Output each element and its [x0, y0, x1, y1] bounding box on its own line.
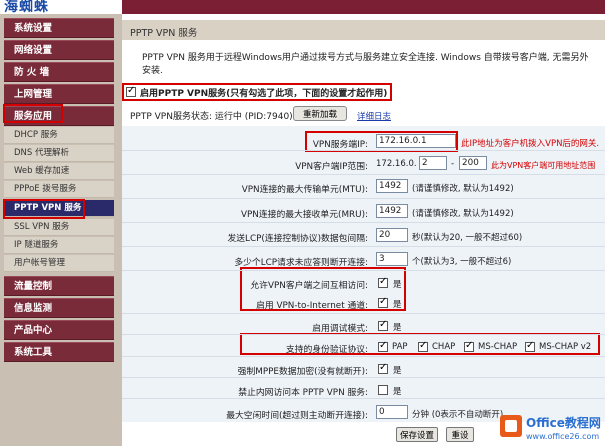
sidebar-item-ip-tunnel[interactable]: IP 隧道服务 — [4, 237, 114, 254]
auth-chap-checkbox[interactable] — [418, 340, 428, 352]
server-ip-label: VPN服务端IP: — [312, 140, 368, 150]
client-range-label: VPN客户端IP范围: — [295, 162, 368, 172]
lcp-fail-hint: 个(默认为3, 一般不超过6) — [412, 257, 512, 267]
auth-mschapv2-checkbox[interactable] — [525, 340, 535, 352]
top-band — [122, 0, 605, 14]
sidebar-item-pppoe[interactable]: PPPoE 拨号服务 — [4, 181, 114, 198]
client-range-start-input[interactable] — [419, 156, 447, 170]
row-separator — [122, 246, 605, 247]
reload-button[interactable]: 重新加载 — [293, 106, 347, 121]
sidebar-item-firewall[interactable]: 防 火 墙 — [4, 62, 114, 82]
auth-mschap-checkbox[interactable] — [464, 340, 474, 352]
sidebar-item-network-settings[interactable]: 网络设置 — [4, 40, 114, 60]
mppe-label: 强制MPPE数据加密(没有就断开): — [237, 367, 368, 377]
row-separator — [122, 198, 605, 199]
sidebar-item-dns-proxy[interactable]: DNS 代理解析 — [4, 145, 114, 162]
server-ip-input[interactable] — [376, 134, 456, 148]
row-separator — [122, 174, 605, 175]
mru-hint: (请谨慎修改, 默认为1492) — [412, 209, 514, 219]
mppe-checkbox[interactable] — [378, 362, 388, 374]
auth-mschap-label: MS-CHAP — [478, 342, 518, 352]
page-title: PPTP VPN 服务 — [130, 28, 198, 39]
row-separator — [122, 270, 605, 271]
row-separator — [122, 222, 605, 223]
sidebar-item-system-settings[interactable]: 系统设置 — [4, 18, 114, 38]
enable-pptp-label: 启用PPTP VPN服务(只有勾选了此项，下面的设置才起作用) — [140, 89, 388, 99]
vpn-internet-text: 是 — [393, 300, 402, 310]
office-logo-icon — [500, 415, 522, 437]
idle-time-input[interactable] — [376, 405, 408, 419]
client-range-prefix: 172.16.0. — [376, 159, 417, 169]
auth-mschapv2-label: MS-CHAP v2 — [539, 342, 592, 352]
debug-mode-label: 启用调试模式: — [312, 324, 368, 334]
sidebar-item-traffic-control[interactable]: 流量控制 — [4, 276, 114, 296]
server-ip-hint: 此IP地址为客户机拨入VPN后的网关. — [461, 139, 600, 149]
deny-lan-checkbox[interactable] — [378, 385, 388, 395]
mtu-input[interactable] — [376, 179, 408, 193]
client-access-text: 是 — [393, 280, 402, 290]
deny-lan-label: 禁止内网访问本 PPTP VPN 服务: — [238, 388, 368, 398]
mtu-hint: (请谨慎修改, 默认为1492) — [412, 184, 514, 194]
save-button[interactable]: 保存设置 — [396, 427, 438, 442]
idle-time-hint: 分钟 (0表示不自动断开) — [412, 410, 504, 420]
sidebar-item-service-apps[interactable]: 服务应用 — [4, 106, 114, 126]
client-range-end-input[interactable] — [459, 156, 487, 170]
lcp-fail-label: 多少个LCP请求未应答则断开连接: — [234, 258, 368, 268]
sidebar-item-web-cache[interactable]: Web 缓存加速 — [4, 163, 114, 180]
deny-lan-text: 是 — [393, 387, 402, 397]
row-separator — [122, 377, 605, 378]
idle-time-label: 最大空闲时间(超过则主动断开连接): — [226, 411, 368, 421]
row-separator — [122, 313, 605, 314]
auth-pap-label: PAP — [392, 342, 408, 352]
sidebar-item-pptp-vpn[interactable]: PPTP VPN 服务 — [4, 200, 114, 217]
mru-label: VPN连接的最大接收单元(MRU): — [240, 210, 368, 220]
sidebar-item-internet-management[interactable]: 上网管理 — [4, 84, 114, 104]
auth-pap-checkbox[interactable] — [378, 340, 388, 352]
lcp-interval-hint: 秒(默认为20, 一般不超过60) — [412, 233, 523, 243]
service-status: PPTP VPN服务状态: 运行中 (PID:7940) — [130, 112, 293, 122]
vpn-internet-label: 启用 VPN-to-Internet 通道: — [256, 301, 368, 311]
auth-chap-label: CHAP — [432, 342, 456, 352]
client-access-label: 允许VPN客户端之间互相访问: — [250, 281, 368, 291]
sidebar-item-dhcp[interactable]: DHCP 服务 — [4, 127, 114, 144]
watermark: Office教程网 www.office26.com — [500, 412, 605, 446]
lcp-interval-input[interactable] — [376, 228, 408, 242]
sidebar: 系统设置 网络设置 防 火 墙 上网管理 服务应用 DHCP 服务 DNS 代理… — [0, 14, 122, 446]
reset-button[interactable]: 重设 — [446, 427, 474, 442]
row-separator — [122, 150, 605, 151]
debug-mode-text: 是 — [393, 323, 402, 333]
page-description: PPTP VPN 服务用于远程Windows用户通过拨号方式与服务建立安全连接.… — [142, 53, 589, 76]
row-separator — [122, 334, 605, 335]
row-separator — [122, 356, 605, 357]
enable-pptp-checkbox[interactable] — [126, 85, 136, 97]
sidebar-item-monitoring[interactable]: 信息监测 — [4, 298, 114, 318]
sidebar-item-user-accounts[interactable]: 用户帐号管理 — [4, 255, 114, 272]
client-access-checkbox[interactable] — [378, 276, 388, 288]
lcp-interval-label: 发送LCP(连接控制协议)数据包间隔: — [227, 234, 368, 244]
mppe-text: 是 — [393, 366, 402, 376]
mru-input[interactable] — [376, 204, 408, 218]
debug-mode-checkbox[interactable] — [378, 319, 388, 331]
lcp-fail-input[interactable] — [376, 252, 408, 266]
watermark-url: www.office26.com — [526, 432, 600, 441]
detail-log-link[interactable]: 详细日志 — [357, 110, 391, 122]
sidebar-item-product-center[interactable]: 产品中心 — [4, 320, 114, 340]
watermark-brand: Office教程网 — [526, 416, 601, 430]
client-range-hint: 此为VPN客户端可用地址范围 — [491, 161, 596, 170]
sidebar-item-system-tools[interactable]: 系统工具 — [4, 342, 114, 362]
sidebar-item-ssl-vpn[interactable]: SSL VPN 服务 — [4, 219, 114, 236]
auth-protocols-label: 支持的身份验证协议: — [285, 345, 368, 355]
mtu-label: VPN连接的最大传输单元(MTU): — [241, 185, 368, 195]
row-separator — [122, 398, 605, 399]
client-range-separator: - — [451, 159, 455, 169]
vpn-internet-checkbox[interactable] — [378, 296, 388, 308]
